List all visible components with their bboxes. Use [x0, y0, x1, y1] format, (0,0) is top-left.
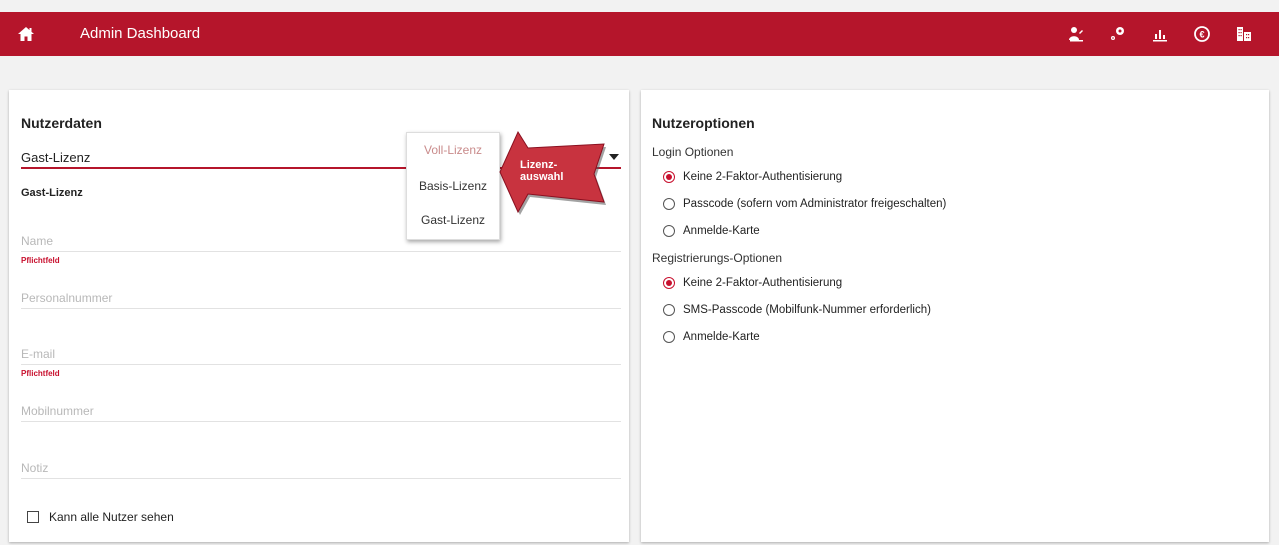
email-field[interactable]: [21, 343, 621, 365]
login-option-card[interactable]: Anmelde-Karte: [663, 225, 760, 237]
home-icon[interactable]: [17, 25, 35, 43]
notiz-input[interactable]: [21, 457, 621, 475]
radio-button[interactable]: [663, 225, 675, 237]
mobilnummer-input[interactable]: [21, 400, 621, 418]
see-all-users-checkbox[interactable]: [27, 511, 39, 523]
dropdown-option-voll-lizenz[interactable]: Voll-Lizenz: [407, 143, 499, 157]
dropdown-option-gast-lizenz[interactable]: Gast-Lizenz: [407, 213, 499, 227]
email-required-hint: Pflichtfeld: [21, 369, 60, 378]
license-select-value: Gast-Lizenz: [21, 150, 91, 165]
name-input[interactable]: [21, 230, 621, 248]
name-field[interactable]: [21, 230, 621, 252]
svg-text:€: €: [1199, 30, 1204, 40]
radio-label: SMS-Passcode (Mobilfunk-Nummer erforderl…: [683, 304, 931, 316]
registration-option-sms[interactable]: SMS-Passcode (Mobilfunk-Nummer erforderl…: [663, 304, 931, 316]
radio-label: Keine 2-Faktor-Authentisierung: [683, 171, 843, 183]
license-selection-callout-arrow-icon: Lizenz- auswahl: [499, 130, 606, 215]
see-all-users-checkbox-row[interactable]: Kann alle Nutzer sehen: [27, 510, 174, 524]
personalnummer-input[interactable]: [21, 287, 621, 305]
top-app-bar: Admin Dashboard €: [0, 12, 1279, 56]
login-option-passcode[interactable]: Passcode (sofern vom Administrator freig…: [663, 198, 946, 210]
radio-label: Anmelde-Karte: [683, 331, 760, 343]
euro-icon[interactable]: €: [1181, 22, 1223, 46]
callout-line-1: Lizenz-: [520, 159, 558, 171]
radio-button[interactable]: [663, 277, 675, 289]
notiz-field[interactable]: [21, 457, 621, 479]
chart-icon[interactable]: [1139, 22, 1181, 46]
login-options-label: Login Optionen: [652, 145, 734, 159]
radio-label: Anmelde-Karte: [683, 225, 760, 237]
license-dropdown-menu: Voll-Lizenz Basis-Lizenz Gast-Lizenz: [406, 132, 500, 240]
email-input[interactable]: [21, 343, 621, 361]
radio-button[interactable]: [663, 331, 675, 343]
registration-option-no-2fa[interactable]: Keine 2-Faktor-Authentisierung: [663, 277, 842, 289]
selected-license-label: Gast-Lizenz: [21, 187, 83, 199]
users-icon[interactable]: [1055, 22, 1097, 46]
radio-button[interactable]: [663, 198, 675, 210]
user-options-title: Nutzeroptionen: [652, 115, 755, 131]
radio-button[interactable]: [663, 304, 675, 316]
name-required-hint: Pflichtfeld: [21, 256, 60, 265]
dropdown-option-basis-lizenz[interactable]: Basis-Lizenz: [407, 179, 499, 193]
mobilnummer-field[interactable]: [21, 400, 621, 422]
user-options-card: Nutzeroptionen Login Optionen Keine 2-Fa…: [641, 90, 1269, 542]
login-option-no-2fa[interactable]: Keine 2-Faktor-Authentisierung: [663, 171, 842, 183]
settings-icon[interactable]: [1097, 22, 1139, 46]
registration-options-label: Registrierungs-Optionen: [652, 251, 783, 265]
top-nav-icons: €: [1055, 22, 1265, 46]
app-title: Admin Dashboard: [80, 25, 201, 42]
radio-label: Keine 2-Faktor-Authentisierung: [683, 277, 843, 289]
radio-button[interactable]: [663, 171, 675, 183]
see-all-users-label: Kann alle Nutzer sehen: [49, 510, 174, 524]
personalnummer-field[interactable]: [21, 287, 621, 309]
buildings-icon[interactable]: [1223, 22, 1265, 46]
registration-option-card[interactable]: Anmelde-Karte: [663, 331, 760, 343]
callout-line-2: auswahl: [520, 171, 563, 183]
user-data-title: Nutzerdaten: [21, 115, 102, 131]
radio-label: Passcode (sofern vom Administrator freig…: [683, 198, 947, 210]
